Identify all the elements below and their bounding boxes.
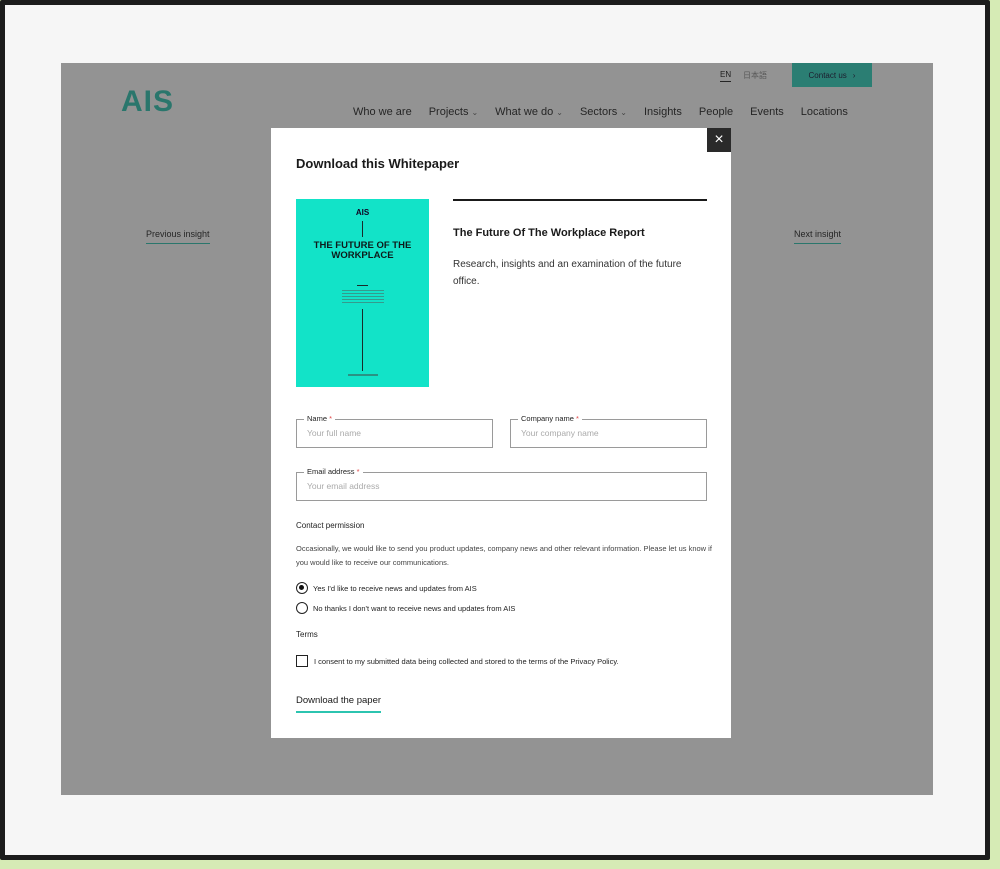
consent-text: I consent to my submitted data being col… [314,656,619,666]
email-field: Email address * [296,467,707,501]
cover-divider [362,309,363,371]
company-field: Company name * [510,414,707,448]
frame-inner: AIS EN 日本語 Contact us › Who we are Proje… [5,5,985,855]
cover-logo: AIS [355,208,370,217]
name-label-text: Name [307,414,328,423]
radio-unselected-icon[interactable] [296,602,308,614]
contact-permission-label: Contact permission [296,521,365,530]
name-input[interactable] [307,428,482,438]
terms-consent-row[interactable]: I consent to my submitted data being col… [296,655,619,667]
radio-option-label: Yes I'd like to receive news and updates… [313,583,477,593]
name-field: Name * [296,414,493,448]
name-label: Name * [304,414,336,423]
email-label-text: Email address [307,467,355,476]
whitepaper-modal: × Download this Whitepaper AIS THE FUTUR… [271,128,731,738]
whitepaper-cover-image: AIS THE FUTURE OF THE WORKPLACE [296,199,429,387]
close-icon: × [714,131,724,148]
consent-checkbox[interactable] [296,655,308,667]
required-mark: * [576,414,579,423]
cover-footer-lines [348,374,378,376]
email-input[interactable] [307,481,696,491]
required-mark: * [356,467,360,476]
report-description: Research, insights and an examination of… [453,259,682,287]
terms-label: Terms [296,630,318,639]
contact-permission-text: Occasionally, we would like to send you … [296,544,712,567]
radio-option-no[interactable]: No thanks I don't want to receive news a… [296,602,515,614]
company-label-text: Company name [521,414,574,423]
cover-dash [357,285,368,286]
required-mark: * [329,414,333,423]
email-label: Email address * [304,467,363,476]
radio-option-yes[interactable]: Yes I'd like to receive news and updates… [296,582,477,594]
report-divider [453,199,707,201]
cover-divider [362,221,363,237]
company-label: Company name * [518,414,582,423]
radio-selected-icon[interactable] [296,582,308,594]
cover-subtitle-lines [342,290,384,304]
download-paper-button[interactable]: Download the paper [296,695,382,713]
report-title: The Future Of The Workplace Report [453,227,645,239]
cover-title: THE FUTURE OF THE WORKPLACE [313,240,412,261]
close-button[interactable]: × [707,128,731,152]
modal-title: Download this Whitepaper [296,156,460,171]
radio-option-label: No thanks I don't want to receive news a… [313,603,516,613]
screenshot-frame: AIS EN 日本語 Contact us › Who we are Proje… [0,0,990,860]
company-input[interactable] [521,428,696,438]
